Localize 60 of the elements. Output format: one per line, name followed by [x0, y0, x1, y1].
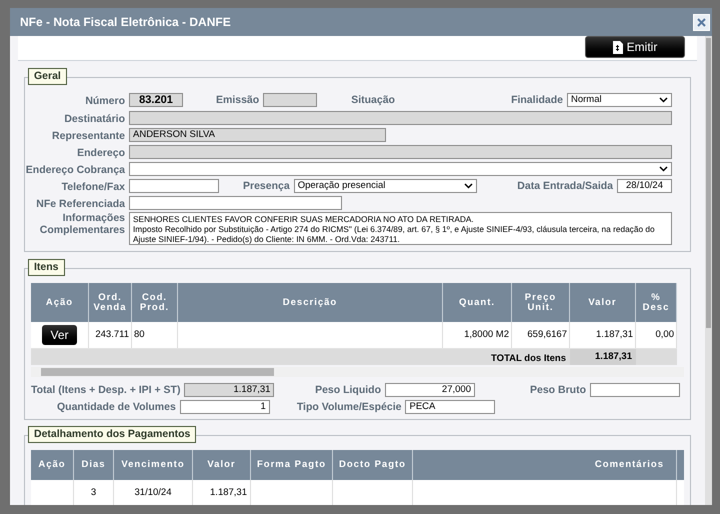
field-label: Telefone/Fax [62, 180, 125, 192]
section-legend: Detalhamento dos Pagamentos [28, 426, 196, 443]
field-label: Peso Liquido [315, 384, 381, 396]
chevron-icon [464, 182, 473, 188]
view-button[interactable]: Ver [42, 325, 77, 345]
total-label: TOTAL dos Itens [491, 353, 566, 364]
emit-button[interactable]: Emitir [585, 36, 685, 58]
total-value: 1.187,31 [595, 350, 632, 364]
input-field[interactable]: PECA [405, 400, 496, 414]
table-cell-text: 1.187,31 [596, 328, 633, 342]
field-label: Total (Itens + Desp. + IPI + ST) [31, 384, 180, 396]
input-field[interactable] [129, 196, 342, 210]
close-icon [697, 18, 706, 26]
field-label: Endereço [77, 146, 125, 158]
horizontal-scrollbar[interactable] [31, 367, 684, 377]
scrollbar[interactable] [705, 36, 712, 505]
input-field[interactable]: 1 [180, 400, 270, 414]
field-label: Informações Complementares [38, 212, 125, 236]
input-field[interactable]: ANDERSON SILVA [129, 128, 386, 142]
field-label: Endereço Cobrança [26, 164, 125, 176]
field-label: NFe Referenciada [36, 198, 125, 210]
field-label: Situação [351, 94, 395, 106]
table-cell-text: 0,00 [656, 328, 674, 342]
input-field[interactable] [129, 144, 672, 158]
table-cell-text: 80 [134, 328, 145, 342]
section-legend: Geral [28, 68, 67, 85]
field-label: Peso Bruto [530, 384, 586, 396]
field-label: Quantidade de Volumes [57, 400, 176, 412]
table-cell-text: 31/10/24 [134, 486, 172, 500]
close-button[interactable] [693, 14, 710, 30]
table-cell-text: 659,6167 [527, 328, 567, 342]
table-cell-text: 243.711 [95, 328, 129, 342]
field-label: Tipo Volume/Espécie [296, 400, 402, 412]
field-label: Emissão [216, 94, 260, 106]
input-field[interactable]: 28/10/24 [617, 178, 672, 192]
input-field[interactable] [263, 92, 318, 106]
chevron-icon [659, 96, 668, 102]
input-field[interactable] [129, 110, 672, 124]
select-field[interactable] [129, 162, 672, 176]
input-field[interactable]: 27,000 [384, 382, 475, 396]
text-area[interactable]: SENHORES CLIENTES FAVOR CONFERIR SUAS MERCADORIA NO ATO DA RETIRADA. Imposto Recolhido por Substituição - Artigo 274 do RICMS" (Lei 6.374/89, art. 67, § 1º, e Ajuste SINIEF-4/93, cláusula terceira, na redação do Ajuste SINIEF-1/94). - Pedido(s) do Cliente: IN 6MM. - Ord.Vda: 243711. [129, 212, 672, 245]
table-cell-text: 1,8000 M2 [464, 328, 509, 342]
field-label: Representante [52, 130, 125, 142]
select-field[interactable]: Operação presencial [294, 178, 477, 192]
input-field[interactable]: 83.201 [129, 92, 183, 106]
document-icon [612, 40, 623, 54]
input-field[interactable] [590, 382, 680, 396]
input-field[interactable] [129, 178, 219, 192]
field-label: Data Entrada/Saida [517, 180, 613, 192]
field-label: Destinatário [64, 112, 125, 124]
field-label: Finalidade [511, 94, 563, 106]
field-label: Presença [243, 180, 290, 192]
table-cell-text: 3 [90, 486, 96, 500]
chevron-icon [659, 166, 668, 172]
field-label: Número [85, 94, 125, 106]
section-legend: Itens [28, 259, 65, 276]
input-field[interactable]: 1.187,31 [184, 382, 274, 396]
table-cell-text: 1.187,31 [210, 486, 247, 500]
select-field[interactable]: Normal [567, 92, 672, 106]
window-title: NFe - Nota Fiscal Eletrônica - DANFE [20, 14, 231, 31]
